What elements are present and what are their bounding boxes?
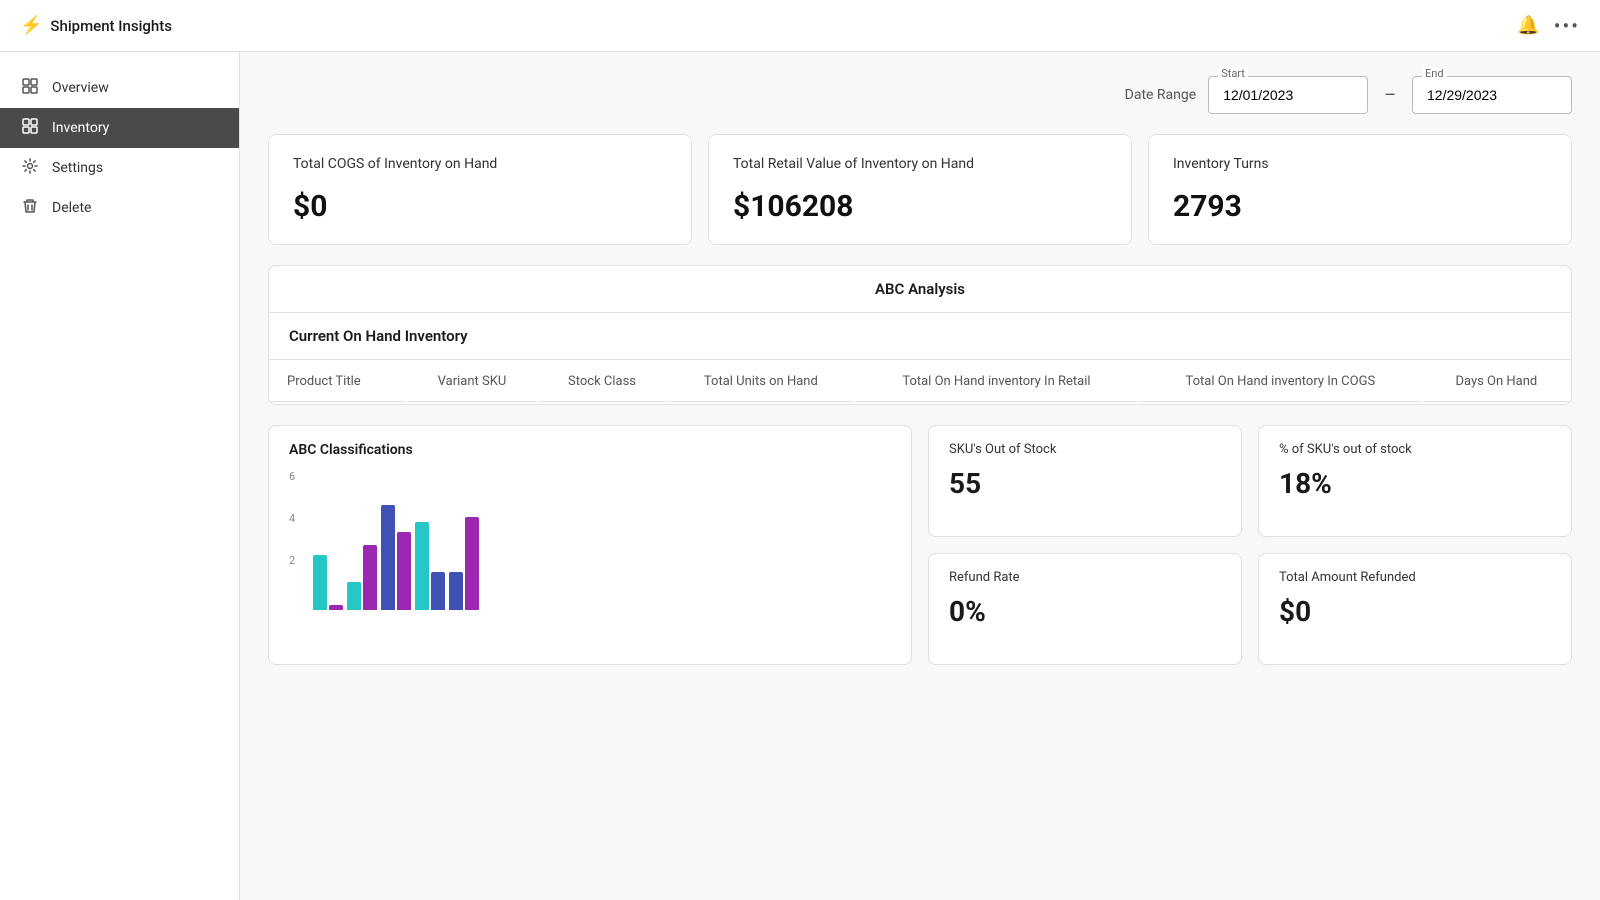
date-separator: – [1384, 85, 1396, 106]
abc-analysis-section: ABC Analysis Current On Hand Inventory P… [268, 265, 1572, 405]
topbar-actions: 🔔 ••• [1517, 14, 1580, 38]
skus-value: 55 [949, 467, 1221, 500]
cogs-title: Total COGS of Inventory on Hand [293, 155, 667, 175]
bar-purple-1 [329, 605, 343, 610]
sidebar-delete-label: Delete [52, 200, 91, 216]
bar-group-4 [415, 522, 445, 610]
stat-cards-row: Total COGS of Inventory on Hand $0 Total… [268, 134, 1572, 245]
date-start-input[interactable] [1208, 76, 1368, 114]
sidebar-item-delete[interactable]: Delete [0, 188, 239, 228]
abc-table: Product Title Variant SKU Stock Class To… [269, 360, 1571, 404]
settings-icon [20, 158, 40, 178]
topbar: ⚡ Shipment Insights 🔔 ••• [0, 0, 1600, 52]
delete-icon [20, 198, 40, 218]
percent-out-of-stock-card: % of SKU's out of stock 18% [1258, 425, 1572, 537]
sidebar-overview-label: Overview [52, 80, 109, 96]
bottom-grid: ABC Classifications 6 4 2 0 [268, 425, 1572, 665]
layout: Overview Inventory Settings [0, 52, 1600, 900]
date-start-group: Start [1208, 76, 1368, 114]
y-label-6: 6 [289, 470, 295, 483]
sidebar: Overview Inventory Settings [0, 52, 240, 900]
sidebar-inventory-label: Inventory [52, 120, 109, 136]
date-end-group: End [1412, 76, 1572, 114]
classifications-card: ABC Classifications 6 4 2 0 [268, 425, 912, 665]
col-retail-value: Total On Hand inventory In Retail [856, 362, 1137, 402]
sidebar-item-settings[interactable]: Settings [0, 148, 239, 188]
bar-blue-3 [381, 505, 395, 610]
stat-card-retail: Total Retail Value of Inventory on Hand … [708, 134, 1132, 245]
col-days-on-hand: Days On Hand [1424, 362, 1569, 402]
overview-icon [20, 78, 40, 98]
bar-teal-4 [415, 522, 429, 610]
inventory-icon [20, 118, 40, 138]
y-axis-labels: 6 4 2 0 [289, 470, 295, 610]
col-cogs-value: Total On Hand inventory In COGS [1139, 362, 1422, 402]
percent-value: 18% [1279, 467, 1551, 500]
topbar-left: ⚡ Shipment Insights [20, 15, 172, 36]
bar-group-2 [347, 545, 377, 610]
total-refunded-value: $0 [1279, 595, 1551, 628]
sidebar-settings-label: Settings [52, 160, 103, 176]
stat-card-cogs: Total COGS of Inventory on Hand $0 [268, 134, 692, 245]
turns-value: 2793 [1173, 189, 1547, 224]
bar-chart-container: 6 4 2 0 [289, 470, 891, 610]
skus-out-of-stock-card: SKU's Out of Stock 55 [928, 425, 1242, 537]
bar-group-3 [381, 505, 411, 610]
start-label: Start [1218, 67, 1248, 80]
more-icon[interactable]: ••• [1554, 14, 1580, 38]
sidebar-item-inventory[interactable]: Inventory [0, 108, 239, 148]
bar-chart [313, 470, 891, 610]
total-refunded-title: Total Amount Refunded [1279, 570, 1551, 585]
abc-sub-header: Current On Hand Inventory [269, 313, 1571, 360]
y-label-4: 4 [289, 512, 295, 525]
bar-purple-3 [397, 532, 411, 610]
col-units-on-hand: Total Units on Hand [668, 362, 854, 402]
bar-teal-2 [347, 582, 361, 610]
total-refunded-card: Total Amount Refunded $0 [1258, 553, 1572, 665]
y-label-2: 2 [289, 554, 295, 567]
refund-rate-title: Refund Rate [949, 570, 1221, 585]
bar-teal-1 [313, 555, 327, 610]
date-range-section: Date Range Start – End [268, 76, 1572, 114]
refund-rate-card: Refund Rate 0% [928, 553, 1242, 665]
bell-icon[interactable]: 🔔 [1517, 15, 1539, 36]
col-product-title: Product Title [271, 362, 406, 402]
bar-group-5 [449, 517, 479, 610]
retail-value: $106208 [733, 189, 1107, 224]
end-label: End [1422, 67, 1447, 80]
abc-section-title: ABC Analysis [269, 266, 1571, 313]
sidebar-item-overview[interactable]: Overview [0, 68, 239, 108]
cogs-value: $0 [293, 189, 667, 224]
main-content: Date Range Start – End Total COGS of Inv… [240, 52, 1600, 900]
bar-purple-2 [363, 545, 377, 610]
stat-card-turns: Inventory Turns 2793 [1148, 134, 1572, 245]
bar-purple-5 [465, 517, 479, 610]
retail-title: Total Retail Value of Inventory on Hand [733, 155, 1107, 175]
classifications-title: ABC Classifications [289, 442, 891, 458]
date-range-label: Date Range [1125, 87, 1197, 103]
bar-blue-5 [449, 572, 463, 610]
date-end-input[interactable] [1412, 76, 1572, 114]
bottom-right-stats: SKU's Out of Stock 55 % of SKU's out of … [928, 425, 1572, 665]
col-stock-class: Stock Class [538, 362, 666, 402]
app-title: Shipment Insights [50, 17, 172, 35]
refund-rate-value: 0% [949, 595, 1221, 628]
turns-title: Inventory Turns [1173, 155, 1547, 175]
skus-title: SKU's Out of Stock [949, 442, 1221, 457]
bar-blue-4 [431, 572, 445, 610]
percent-title: % of SKU's out of stock [1279, 442, 1551, 457]
logo-icon: ⚡ [20, 15, 42, 36]
col-variant-sku: Variant SKU [408, 362, 536, 402]
bar-group-1 [313, 555, 343, 610]
